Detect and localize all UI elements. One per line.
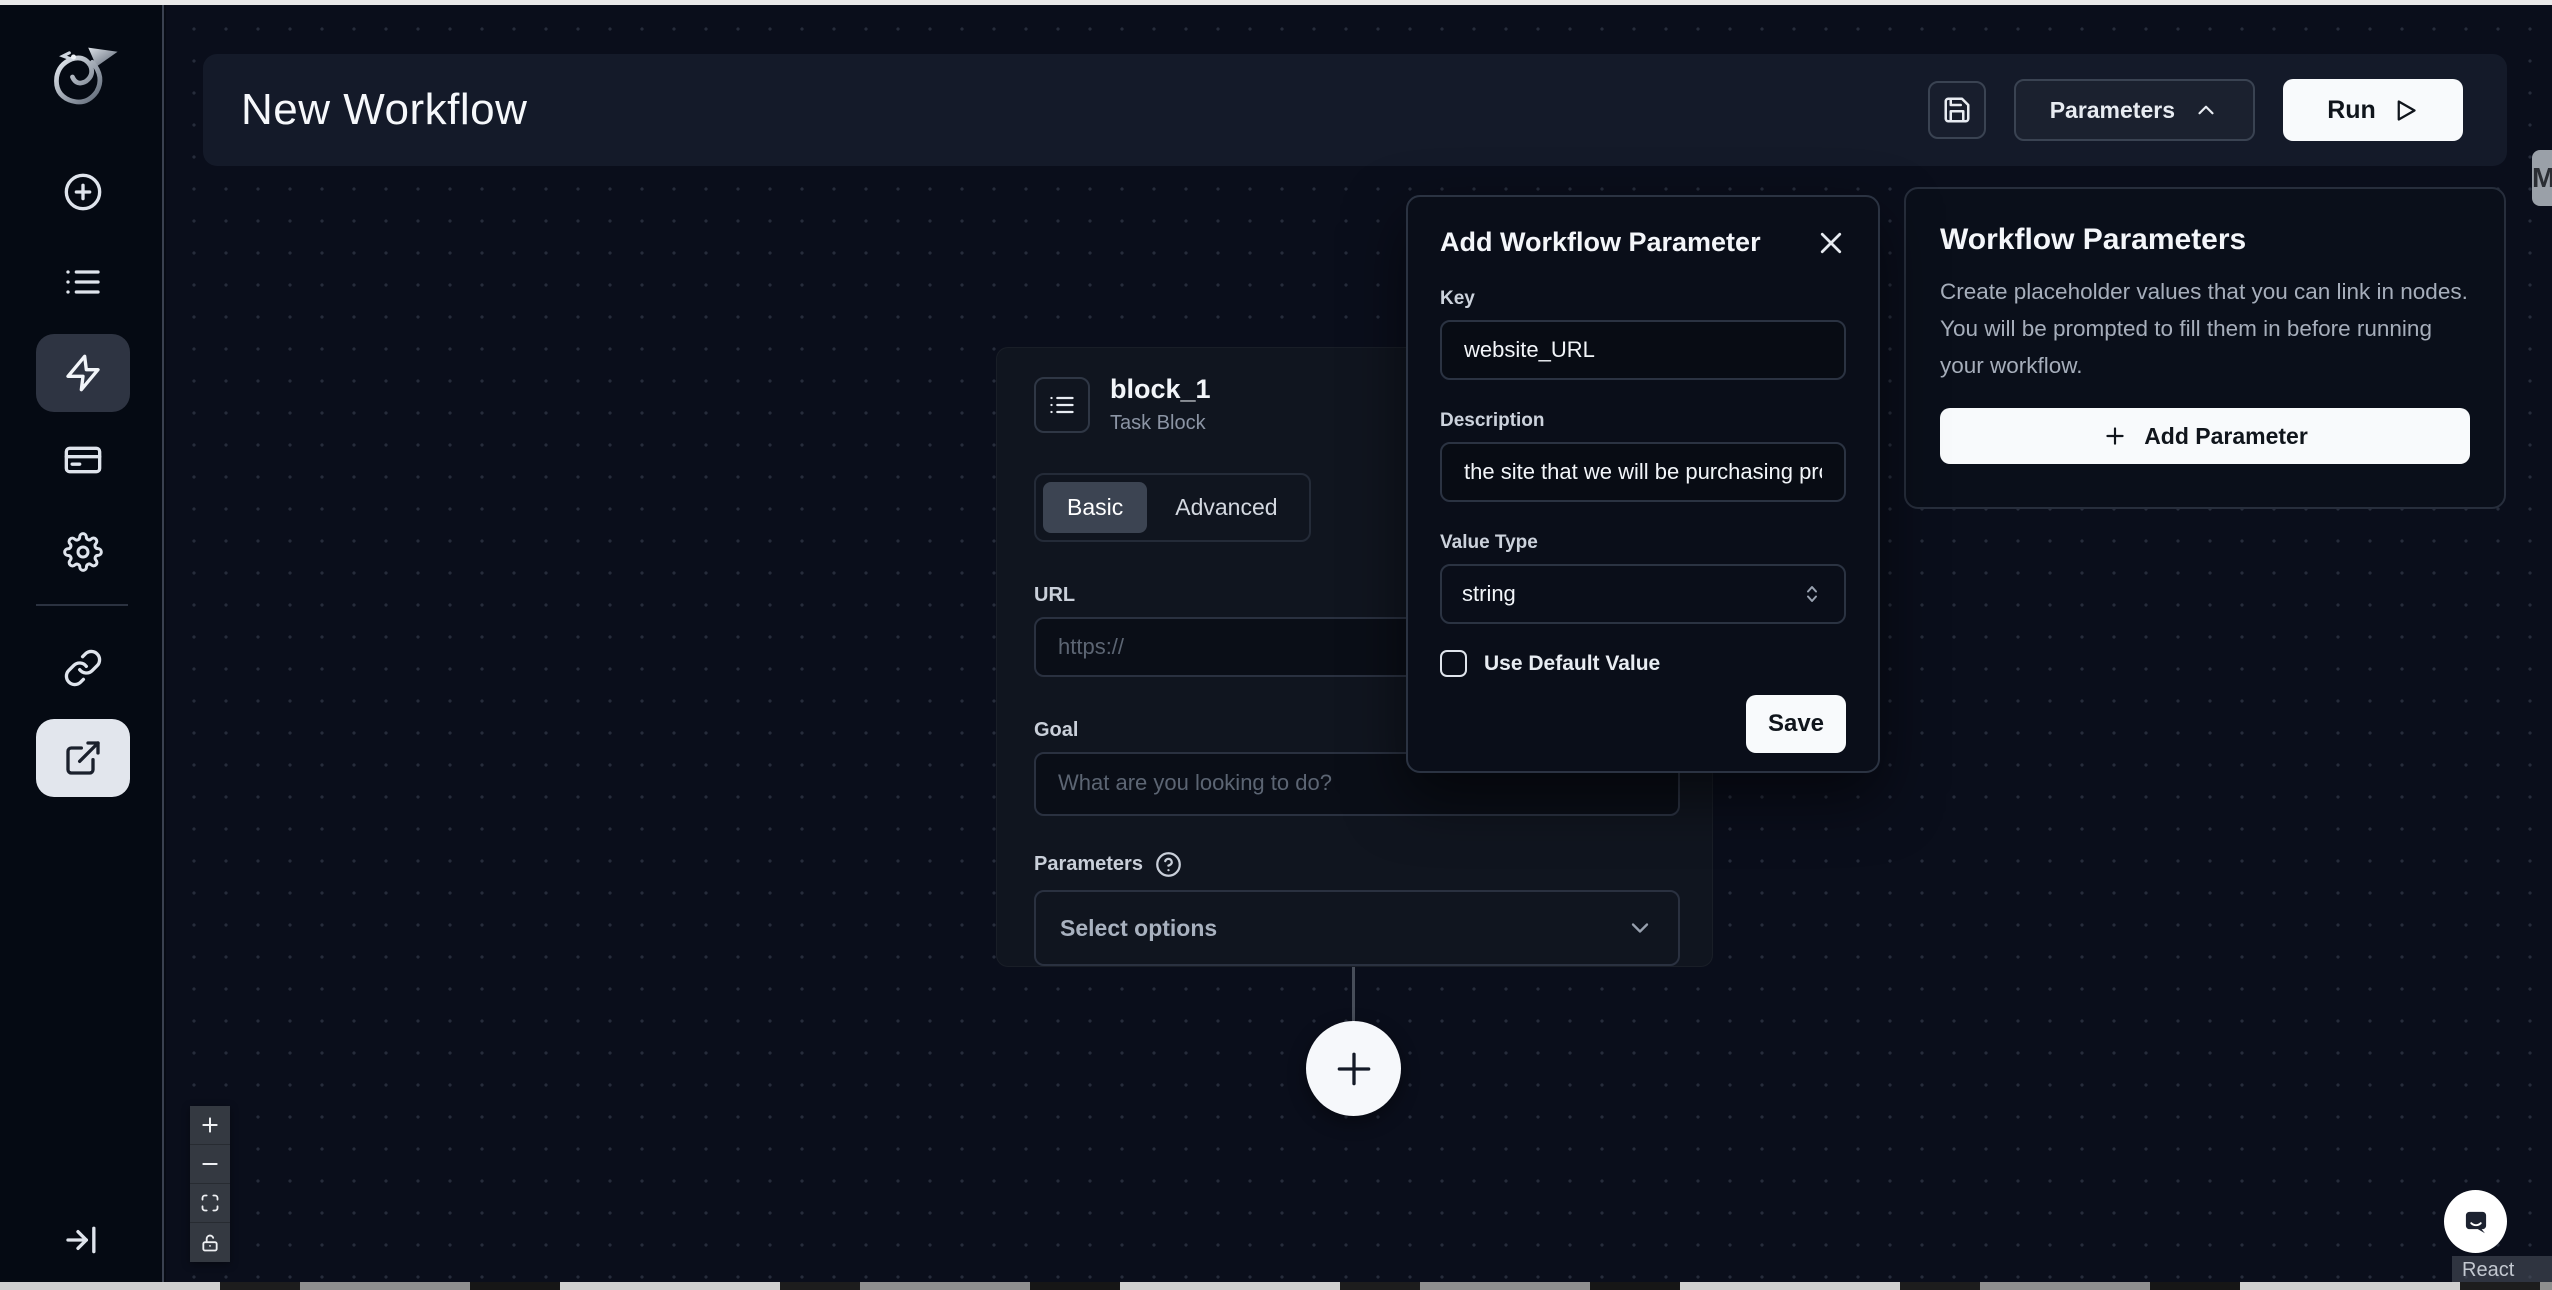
tasks-list-icon[interactable] [63, 262, 103, 302]
support-chat-button[interactable] [2444, 1190, 2507, 1253]
node-parameters-label: Parameters [1034, 853, 1143, 876]
page-title: New Workflow [241, 85, 527, 135]
panel-description: Create placeholder values that you can l… [1940, 273, 2470, 384]
settings-gear-icon[interactable] [63, 532, 103, 572]
list-icon [1048, 391, 1076, 419]
unlock-icon [200, 1233, 220, 1253]
node-title[interactable]: block_1 [1110, 374, 1211, 405]
add-parameter-label: Add Parameter [2144, 423, 2308, 450]
edge-tab-label: M [2532, 162, 2552, 194]
node-subtitle: Task Block [1110, 412, 1211, 435]
plus-icon [1332, 1047, 1376, 1091]
workflow-header-bar: New Workflow Parameters Run [203, 54, 2507, 166]
lock-toggle-button[interactable] [190, 1223, 230, 1262]
save-parameter-button[interactable]: Save [1746, 695, 1846, 753]
window-top-strip [0, 0, 2552, 5]
chevrons-up-down-icon [1800, 582, 1824, 606]
chevron-down-icon [1626, 914, 1654, 942]
plus-icon [2102, 423, 2128, 449]
edge-connector [1352, 967, 1355, 1023]
node-type-button[interactable] [1034, 377, 1090, 433]
billing-card-icon[interactable] [63, 440, 103, 480]
node-parameters-row: Parameters [1034, 851, 1675, 878]
external-link-icon [63, 738, 103, 778]
fit-view-button[interactable] [190, 1184, 230, 1223]
workflow-editor-app: New Workflow Parameters Run [0, 0, 2552, 1290]
parameters-toggle-button[interactable]: Parameters [2014, 79, 2255, 141]
parameters-select-placeholder: Select options [1060, 915, 1217, 942]
workflows-nav-active[interactable] [36, 334, 130, 412]
sidebar [0, 5, 164, 1282]
lightning-icon [63, 353, 103, 393]
browser-edge-tab[interactable]: M [2532, 150, 2552, 206]
link-icon[interactable] [63, 648, 103, 688]
add-workflow-parameter-modal: Add Workflow Parameter Key Description V… [1406, 195, 1880, 773]
modal-footer: Save [1440, 695, 1846, 753]
tab-basic[interactable]: Basic [1043, 482, 1147, 533]
chat-bubble-icon [2457, 1203, 2495, 1241]
window-bottom-strip [0, 1282, 2552, 1290]
zoom-in-button[interactable] [190, 1106, 230, 1145]
external-link-nav-active[interactable] [36, 719, 130, 797]
add-node-button[interactable] [1306, 1021, 1401, 1116]
panel-title: Workflow Parameters [1940, 223, 2470, 257]
sidebar-divider [36, 604, 128, 606]
parameters-button-label: Parameters [2050, 97, 2175, 124]
header-actions: Parameters Run [1928, 79, 2463, 141]
expand-sidebar-icon[interactable] [63, 1220, 103, 1260]
minus-icon [200, 1154, 220, 1174]
node-tabs: Basic Advanced [1034, 473, 1311, 542]
help-circle-icon[interactable] [1155, 851, 1182, 878]
create-workflow-icon[interactable] [63, 172, 103, 212]
run-button-label: Run [2327, 96, 2376, 125]
use-default-label: Use Default Value [1484, 652, 1660, 676]
value-type-label: Value Type [1440, 532, 1846, 554]
canvas-controls [190, 1106, 230, 1262]
node-header-text: block_1 Task Block [1110, 374, 1211, 435]
parameters-multiselect[interactable]: Select options [1034, 890, 1680, 966]
add-parameter-button[interactable]: Add Parameter [1940, 408, 2470, 464]
description-input[interactable] [1440, 442, 1846, 502]
zoom-out-button[interactable] [190, 1145, 230, 1184]
workflow-parameters-panel: Workflow Parameters Create placeholder v… [1904, 187, 2506, 509]
modal-header: Add Workflow Parameter [1440, 227, 1846, 258]
play-icon [2392, 97, 2419, 124]
key-input[interactable] [1440, 320, 1846, 380]
fit-view-icon [200, 1193, 220, 1213]
run-button[interactable]: Run [2283, 79, 2463, 141]
dragon-logo-icon [42, 35, 126, 119]
value-type-select[interactable]: string [1440, 564, 1846, 624]
close-icon[interactable] [1816, 228, 1846, 258]
save-floppy-icon [1942, 95, 1972, 125]
save-button[interactable] [1928, 81, 1986, 139]
key-label: Key [1440, 288, 1846, 310]
use-default-checkbox[interactable] [1440, 650, 1467, 677]
use-default-row: Use Default Value [1440, 650, 1846, 677]
description-label: Description [1440, 410, 1846, 432]
modal-title: Add Workflow Parameter [1440, 227, 1761, 258]
plus-icon [200, 1115, 220, 1135]
value-type-selected: string [1462, 581, 1516, 607]
tab-advanced[interactable]: Advanced [1151, 482, 1301, 533]
chevron-up-icon [2193, 97, 2219, 123]
